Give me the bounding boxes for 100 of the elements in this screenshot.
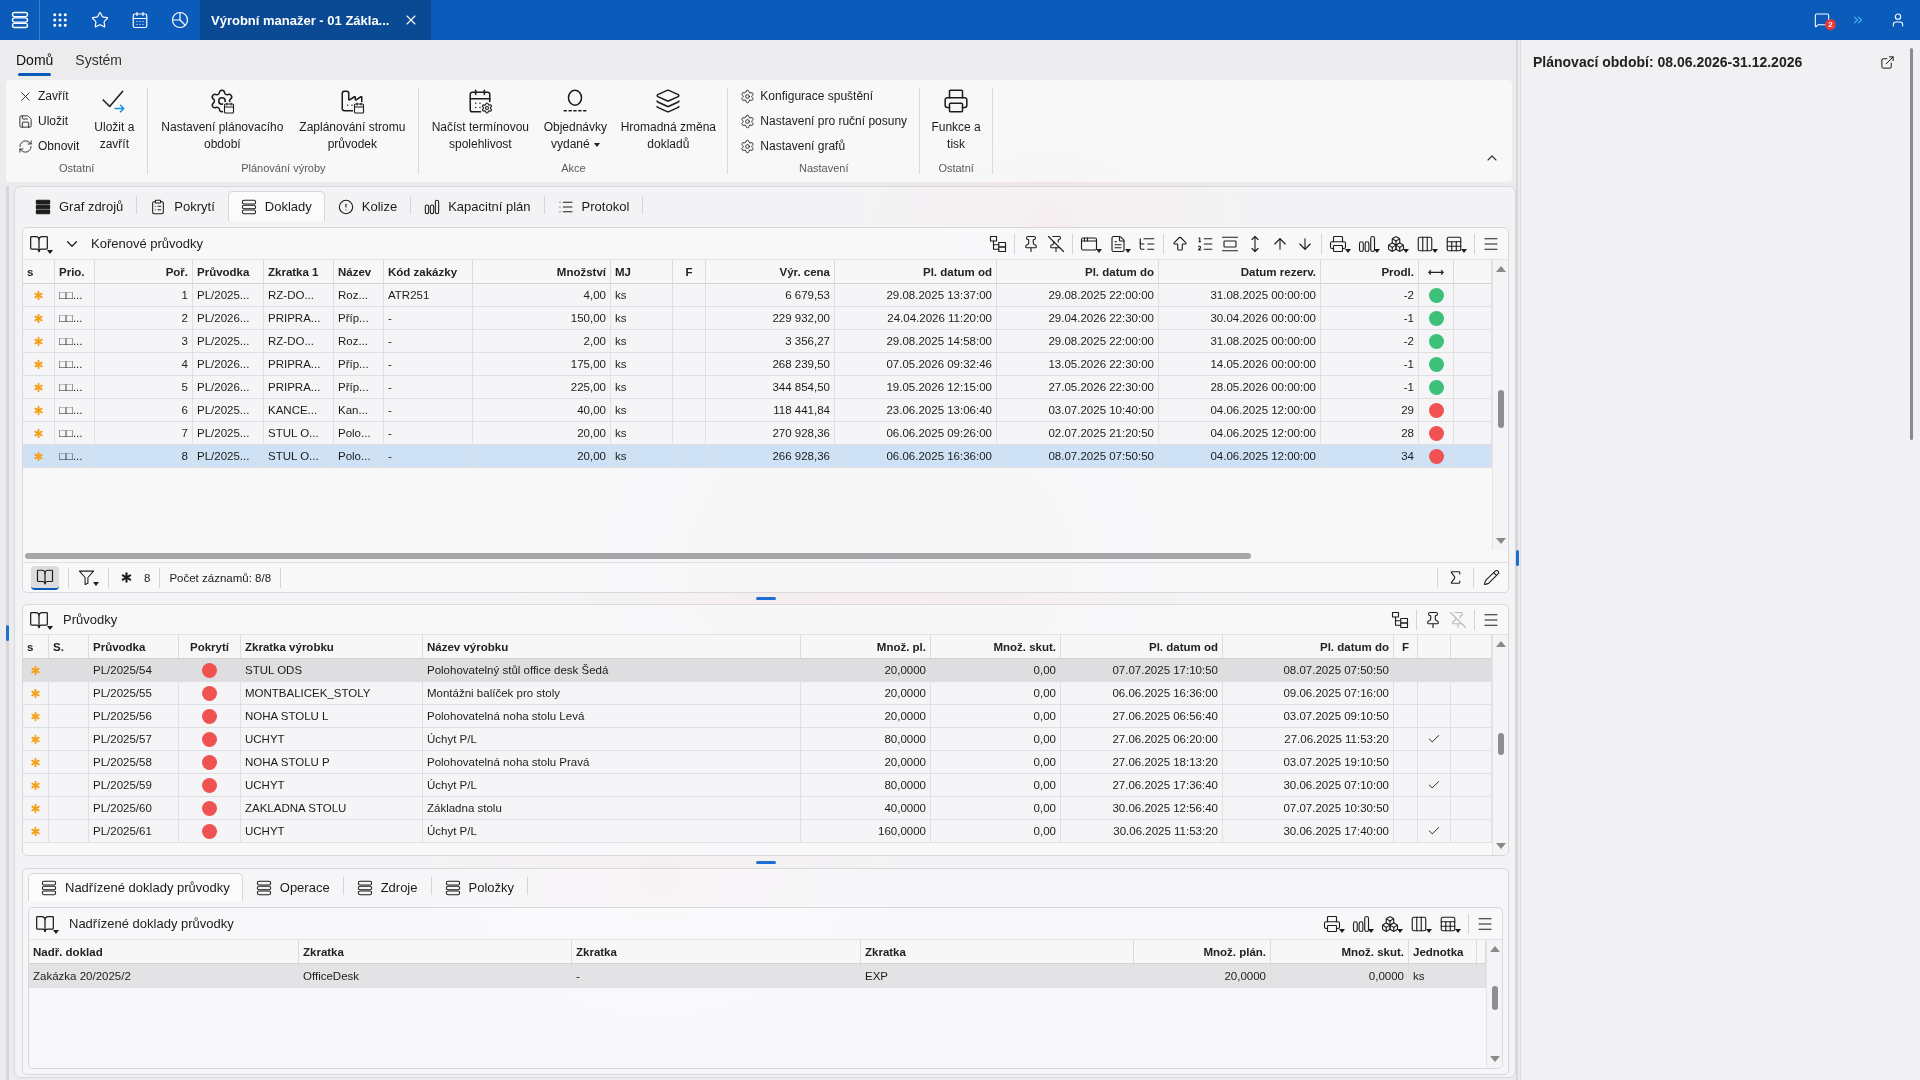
- tab[interactable]: Graf zdrojů: [22, 191, 137, 221]
- tab[interactable]: Pokrytí: [137, 191, 228, 221]
- column-header[interactable]: Prio.: [55, 260, 95, 283]
- column-header[interactable]: Pl. datum od: [1061, 635, 1223, 658]
- book-icon[interactable]: [29, 233, 53, 254]
- table-row[interactable]: PL/2025/61 UCHYT Úchyt P/L 160,0000 0,00 30.06.2025 11:53:20 30.06.2025 17:40:00: [23, 820, 1492, 843]
- ribbon-button[interactable]: Hromadná změna dokladů: [617, 84, 720, 153]
- bold-up-arrow-icon[interactable]: [1171, 234, 1189, 253]
- boxes-icon[interactable]: [1387, 234, 1409, 253]
- dots-grid-icon[interactable]: [51, 11, 69, 29]
- document-tab[interactable]: Výrobní manažer - 01 Zákla...: [200, 0, 432, 40]
- ribbon-button[interactable]: Nastavení pro ruční posuny: [736, 110, 912, 132]
- ribbon-tab[interactable]: Systém: [67, 40, 131, 80]
- table-row[interactable]: PL/2025/60 ZAKLADNA STOLU Základna stolu 40,0000 0,00 30.06.2025 12:56:40 07.07.2025 10:30:50: [23, 797, 1492, 820]
- tree-icon[interactable]: [1391, 610, 1409, 629]
- bar-chart-icon[interactable]: [1358, 234, 1380, 253]
- filter-icon[interactable]: [78, 569, 99, 586]
- tab[interactable]: Kolize: [324, 191, 411, 221]
- column-header[interactable]: Množ. skut.: [1271, 940, 1409, 963]
- ribbon-button[interactable]: Uložit a zavřít: [89, 84, 140, 153]
- vertical-scrollbar[interactable]: [1492, 635, 1508, 855]
- numbered-list-icon[interactable]: [1196, 234, 1214, 253]
- column-header[interactable]: Zkratka: [861, 940, 1134, 963]
- horizontal-scrollbar[interactable]: [25, 553, 1251, 559]
- column-header[interactable]: s: [23, 635, 49, 658]
- column-header[interactable]: Průvodka: [193, 260, 264, 283]
- ribbon-button[interactable]: Obnovit: [14, 135, 84, 157]
- ribbon-button[interactable]: Nastavení grafů: [736, 135, 912, 157]
- column-header[interactable]: s: [23, 260, 55, 283]
- vertical-scrollbar[interactable]: [1910, 48, 1913, 440]
- column-header[interactable]: Zkratka výrobku: [241, 635, 423, 658]
- table-row[interactable]: PL/2025/57 UCHYT Úchyt P/L 80,0000 0,00 27.06.2025 06:20:00 27.06.2025 11:53:20: [23, 728, 1492, 751]
- splitter-handle[interactable]: [6, 625, 9, 641]
- column-header[interactable]: Poř.: [95, 260, 193, 283]
- table-row[interactable]: PL/2025/58 NOHA STOLU P Polohovatelná noha stolu Pravá 20,0000 0,00 27.06.2025 18:13:20 03.07.2025 19:10:50: [23, 751, 1492, 774]
- tree-icon[interactable]: [989, 234, 1007, 253]
- column-header[interactable]: F: [1394, 635, 1418, 658]
- column-header[interactable]: Průvodka: [89, 635, 179, 658]
- column-header[interactable]: Kód zakázky: [384, 260, 473, 283]
- column-header[interactable]: Množ. pl.: [801, 635, 931, 658]
- bar-chart-icon[interactable]: [1352, 914, 1374, 933]
- menu-icon[interactable]: [10, 11, 29, 29]
- table-row[interactable]: PL/2025/55 MONTBALICEK_STOLY Montážni balíček pro stoly 20,0000 0,00 06.06.2025 16:36:00 09.06.2025 07:16:00: [23, 682, 1492, 705]
- table-row[interactable]: □□... 7 PL/2025... STUL O... Polo... - 20,00 ks 270 928,36 06.06.2025 09:26:00 02.07.2025 21:20:50 04.06.2025 12:00:00 28: [23, 422, 1492, 445]
- table-row[interactable]: PL/2025/56 NOHA STOLU L Polohovatelná noha stolu Levá 20,0000 0,00 27.06.2025 06:56:40 03.07.2025 09:10:50: [23, 705, 1492, 728]
- column-header[interactable]: Pokrytí: [179, 635, 241, 658]
- column-header[interactable]: Výr. cena: [706, 260, 835, 283]
- edit-icon[interactable]: [1483, 569, 1500, 586]
- unpin-icon[interactable]: [1047, 234, 1065, 253]
- table-row[interactable]: □□... 3 PL/2025... RZ-DO... Roz... - 2,00 ks 3 356,27 29.08.2025 14:58:00 29.08.2025 22:00:00 31.08.2025 00:00:00 -2: [23, 330, 1492, 353]
- column-header[interactable]: F: [673, 260, 706, 283]
- table-row[interactable]: □□... 5 PL/2026... PRIPRA... Příp... - 225,00 ks 344 854,50 19.05.2026 12:15:00 27.05.2026 22:30:00 28.05.2026 00:00:00 -1: [23, 376, 1492, 399]
- column-header[interactable]: Pl. datum od: [835, 260, 997, 283]
- ribbon-button[interactable]: Konfigurace spuštění: [736, 85, 912, 107]
- vertical-scrollbar[interactable]: [1492, 260, 1508, 550]
- ribbon-tab[interactable]: Domů: [8, 40, 62, 80]
- column-header[interactable]: Pl. datum do: [997, 260, 1159, 283]
- boxes-icon[interactable]: [1381, 914, 1403, 933]
- ribbon-button[interactable]: Objednávky vydané: [539, 84, 612, 153]
- table-row[interactable]: □□... 2 PL/2026... PRIPRA... Příp... - 150,00 ks 229 932,00 24.04.2026 11:20:00 29.04.2026 22:30:00 30.04.2026 00:00:00 -1: [23, 307, 1492, 330]
- spreadsheet-icon[interactable]: [1439, 914, 1461, 933]
- splitter-handle[interactable]: [755, 597, 776, 600]
- column-header[interactable]: Množství: [473, 260, 611, 283]
- view-toggle-button[interactable]: [31, 565, 59, 590]
- document-icon[interactable]: [1109, 234, 1131, 253]
- pin-icon[interactable]: [1424, 610, 1442, 629]
- tab[interactable]: Položky: [431, 873, 528, 901]
- tab[interactable]: Protokol: [544, 191, 643, 221]
- star-icon[interactable]: [91, 11, 109, 29]
- table-row[interactable]: □□... 1 PL/2025... RZ-DO... Roz... ATR251 4,00 ks 6 679,53 29.08.2025 13:37:00 29.08.2025 22:00:00 31.08.2025 00:00:00 -2: [23, 284, 1492, 307]
- book-icon[interactable]: [35, 913, 59, 934]
- column-header[interactable]: ⟷: [1419, 260, 1454, 283]
- column-header[interactable]: Datum rezerv.: [1159, 260, 1321, 283]
- tab[interactable]: Doklady: [227, 191, 325, 221]
- printer-icon[interactable]: [1323, 914, 1345, 933]
- calendar-icon[interactable]: [131, 11, 149, 29]
- column-header[interactable]: Množ. skut.: [931, 635, 1061, 658]
- ribbon-button[interactable]: Zavřít: [14, 85, 84, 107]
- spreadsheet-icon[interactable]: [1445, 234, 1467, 253]
- column-header[interactable]: MJ: [611, 260, 673, 283]
- column-header[interactable]: Prodl.: [1321, 260, 1419, 283]
- tab[interactable]: Zdroje: [343, 873, 431, 901]
- column-header[interactable]: Název výrobku: [423, 635, 801, 658]
- popout-icon[interactable]: [1880, 54, 1895, 70]
- columns-icon[interactable]: [1410, 914, 1432, 933]
- tab[interactable]: Kapacitní plán: [411, 191, 544, 221]
- column-header[interactable]: Jednotka: [1409, 940, 1477, 963]
- ribbon-button[interactable]: Zaplánování stromu průvodek: [294, 84, 411, 153]
- column-header[interactable]: Množ. plán.: [1134, 940, 1271, 963]
- column-header[interactable]: Název: [334, 260, 384, 283]
- table-row[interactable]: Zakázka 20/2025/2 OfficeDesk - EXP 20,0000 0,0000 ks: [29, 964, 1486, 988]
- column-header[interactable]: Zkratka 1: [264, 260, 334, 283]
- ribbon-button[interactable]: Načíst termínovou spolehlivost: [427, 84, 534, 153]
- column-header[interactable]: Zkratka: [299, 940, 572, 963]
- user-icon[interactable]: [1890, 12, 1906, 28]
- vertical-scrollbar[interactable]: [1486, 940, 1502, 1068]
- column-header[interactable]: S.: [49, 635, 89, 658]
- book-icon[interactable]: [29, 609, 53, 630]
- printer-icon[interactable]: [1329, 234, 1351, 253]
- ribbon-button[interactable]: Uložit: [14, 110, 84, 132]
